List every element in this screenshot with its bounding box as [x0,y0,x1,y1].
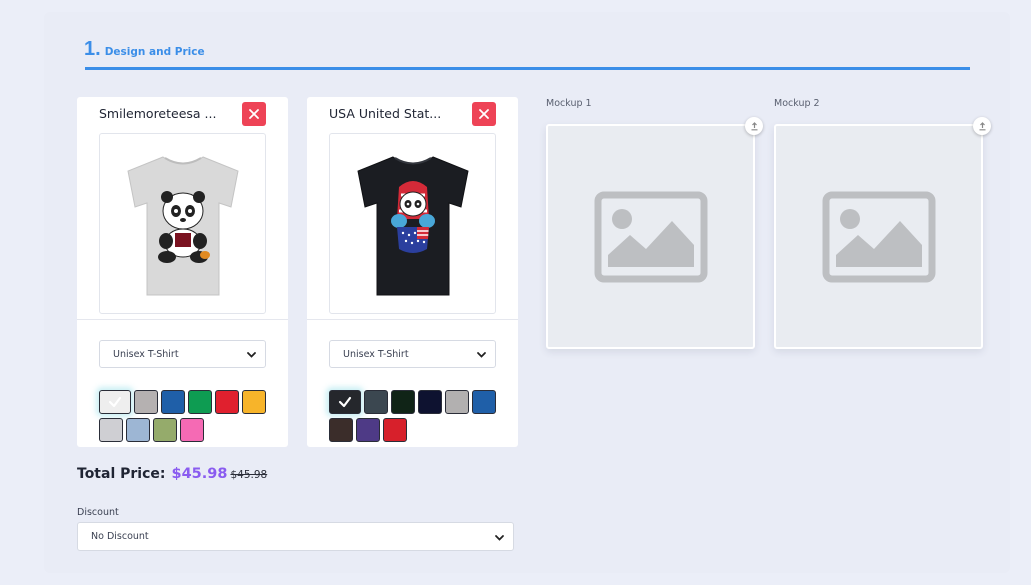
color-swatch[interactable] [391,390,415,414]
discount-select[interactable]: No Discount [77,522,514,551]
color-swatch[interactable] [445,390,469,414]
color-swatch[interactable] [153,418,177,442]
discount-label: Discount [77,507,119,518]
product-title: USA United Stat... [329,106,442,121]
section-number: 1. [84,38,101,60]
color-swatch[interactable] [188,390,212,414]
mockup-dropzone[interactable] [774,124,983,349]
upload-mockup-button[interactable] [745,117,763,135]
checkmark-icon [108,396,122,408]
total-price-row: Total Price: $45.98 $45.98 [77,466,267,482]
close-icon [249,109,259,119]
upload-icon [979,121,985,130]
mockup-label: Mockup 2 [774,98,820,109]
total-price-value: $45.98 [171,466,228,482]
chevron-down-icon [247,352,256,358]
color-swatch[interactable] [99,390,131,414]
product-title: Smilemoreteesa ... [99,106,217,121]
color-swatch[interactable] [215,390,239,414]
color-swatch[interactable] [418,390,442,414]
product-type-select[interactable]: Unisex T-Shirt [329,340,496,368]
product-type-select[interactable]: Unisex T-Shirt [99,340,266,368]
discount-value: No Discount [91,531,149,542]
product-preview [99,133,266,314]
upload-icon [751,121,757,130]
section-title: Design and Price [104,46,205,58]
close-icon [479,109,489,119]
mockup-label: Mockup 1 [546,98,592,109]
color-swatch[interactable] [329,418,353,442]
product-card: USA United Stat... Unisex T-Shirt [307,97,518,447]
remove-product-button[interactable] [242,102,266,126]
section-header: 1. Design and Price [84,38,205,61]
color-swatch[interactable] [472,390,496,414]
tshirt-image [126,155,239,295]
color-swatch[interactable] [161,390,185,414]
card-divider [307,319,518,320]
color-swatches [99,390,279,442]
total-price-label: Total Price: [77,466,166,482]
tshirt-image [356,155,469,295]
color-swatch[interactable] [180,418,204,442]
color-swatch[interactable] [364,390,388,414]
mockup-dropzone[interactable] [546,124,755,349]
color-swatch[interactable] [329,390,361,414]
product-card: Smilemoreteesa ... Unisex T-Shirt [77,97,288,447]
checkmark-icon [338,396,352,408]
remove-product-button[interactable] [472,102,496,126]
product-type-value: Unisex T-Shirt [113,348,179,360]
original-price-value: $45.98 [230,469,268,481]
upload-mockup-button[interactable] [973,117,991,135]
color-swatch[interactable] [356,418,380,442]
product-preview [329,133,496,314]
image-placeholder-icon [822,191,935,282]
color-swatch[interactable] [242,390,266,414]
color-swatch[interactable] [134,390,158,414]
color-swatches [329,390,509,442]
color-swatch[interactable] [383,418,407,442]
product-type-value: Unisex T-Shirt [343,348,409,360]
color-swatch[interactable] [126,418,150,442]
color-swatch[interactable] [99,418,123,442]
card-divider [77,319,288,320]
image-placeholder-icon [594,191,707,282]
section-divider [85,67,970,70]
chevron-down-icon [477,352,486,358]
chevron-down-icon [495,535,504,541]
